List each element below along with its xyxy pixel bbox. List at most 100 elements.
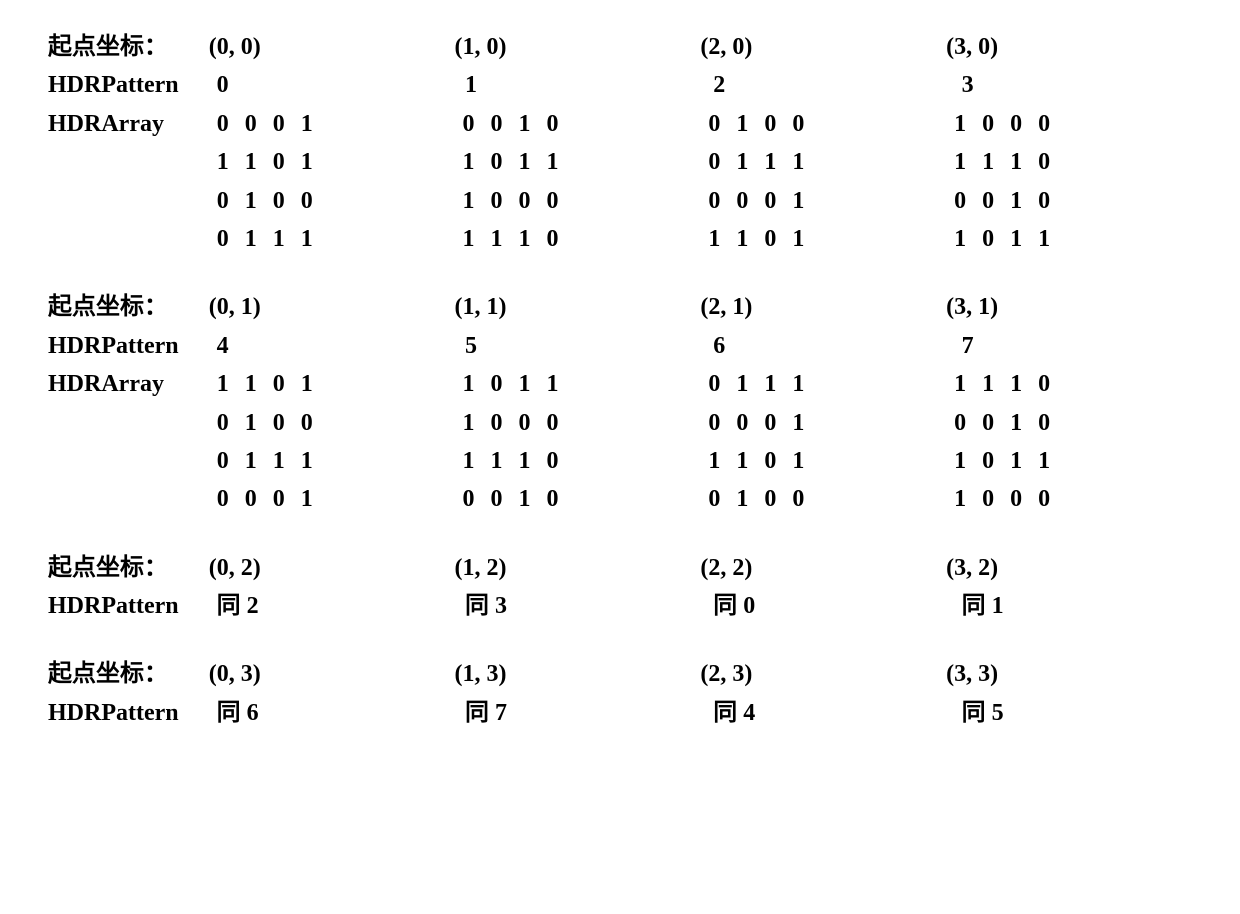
matrix-cell: 0 [483,105,511,143]
matrix-cell: 0 [700,182,728,220]
matrix-cell: 1 [1002,143,1030,181]
matrix-cell: 1 [946,105,974,143]
matrix-cell: 1 [784,220,812,258]
coord-value: (2, 0) [700,28,946,66]
matrix-cell: 1 [539,365,567,403]
matrix-row: 1000 [946,480,1192,518]
matrix-cell: 1 [511,105,539,143]
matrix-cell: 0 [756,182,784,220]
matrix-cell: 0 [1030,365,1058,403]
matrix-row: 0111 [700,365,946,403]
pattern-label: HDRPattern [48,694,199,732]
matrix-row: 0111 [700,143,946,181]
coord-value: (1, 3) [455,655,701,693]
coord-value: (0, 2) [209,549,455,587]
matrix-row: 1110 [455,442,701,480]
matrix-cell: 1 [700,220,728,258]
matrix-cell: 1 [293,442,321,480]
matrix-cell: 1 [946,442,974,480]
coord-value: (3, 1) [946,288,1192,326]
matrix-cell: 1 [265,220,293,258]
coord-row: 起点坐标：(0, 1)(1, 1)(2, 1)(3, 1) [48,288,1192,326]
matrix-row: 0001 [209,480,455,518]
matrix-cell: 1 [728,105,756,143]
matrix-cell: 1 [1030,442,1058,480]
pattern-value: 4 [199,327,447,365]
matrix-cell: 1 [1002,182,1030,220]
matrix-row: 0100 [209,182,455,220]
matrix-cell: 1 [293,480,321,518]
matrix-cell: 1 [728,143,756,181]
matrix-cell: 0 [974,404,1002,442]
matrix-cell: 1 [455,143,483,181]
matrix-cell: 1 [293,143,321,181]
matrix-cell: 1 [237,143,265,181]
matrix-row: 1101 [209,365,455,403]
matrix-cell: 1 [946,220,974,258]
matrix-cell: 0 [756,404,784,442]
matrix-row: 1110 [946,143,1192,181]
array-matrix: 0111000111010100 [700,365,946,519]
array-label: HDRArray [48,365,209,403]
pattern-value: 同 4 [695,694,943,732]
matrix-cell: 0 [265,404,293,442]
matrix-cell: 0 [756,442,784,480]
matrix-cell: 1 [511,220,539,258]
section-2: 起点坐标：(0, 2)(1, 2)(2, 2)(3, 2)HDRPattern同… [48,549,1192,626]
coord-value: (2, 2) [700,549,946,587]
matrix-row: 0100 [209,404,455,442]
matrix-cell: 1 [784,404,812,442]
matrix-cell: 0 [784,105,812,143]
coord-value: (2, 3) [700,655,946,693]
matrix-cell: 0 [974,442,1002,480]
matrix-row: 1000 [455,182,701,220]
matrix-cell: 0 [455,480,483,518]
matrix-cell: 0 [209,220,237,258]
matrix-row: 1101 [209,143,455,181]
matrix-cell: 0 [1030,404,1058,442]
matrix-cell: 1 [700,442,728,480]
array-matrix: 0010101110001110 [455,105,701,259]
matrix-cell: 1 [455,365,483,403]
matrix-cell: 0 [209,404,237,442]
matrix-cell: 1 [209,365,237,403]
matrix-cell: 1 [974,365,1002,403]
matrix-cell: 1 [728,480,756,518]
matrix-cell: 0 [483,143,511,181]
array-label: HDRArray [48,105,209,143]
matrix-cell: 1 [511,442,539,480]
matrix-cell: 0 [756,480,784,518]
matrix-cell: 0 [539,404,567,442]
pattern-value: 2 [695,66,943,104]
matrix-cell: 1 [293,220,321,258]
array-matrix: 0001110101000111 [209,105,455,259]
matrix-cell: 1 [946,143,974,181]
pattern-value: 0 [199,66,447,104]
coord-value: (0, 1) [209,288,455,326]
matrix-cell: 0 [265,365,293,403]
pattern-label: HDRPattern [48,66,199,104]
matrix-cell: 1 [784,365,812,403]
coord-value: (0, 3) [209,655,455,693]
matrix-cell: 1 [784,182,812,220]
matrix-cell: 0 [1030,182,1058,220]
array-matrix: 1011100011100010 [455,365,701,519]
matrix-cell: 0 [974,480,1002,518]
matrix-cell: 1 [1002,365,1030,403]
pattern-value: 1 [447,66,695,104]
matrix-cell: 0 [209,182,237,220]
matrix-cell: 1 [756,143,784,181]
coord-label: 起点坐标： [48,288,209,326]
matrix-cell: 1 [974,143,1002,181]
coord-value: (0, 0) [209,28,455,66]
matrix-row: 0001 [700,182,946,220]
matrix-row: 1011 [455,143,701,181]
matrix-row: 0010 [946,404,1192,442]
matrix-cell: 0 [700,365,728,403]
matrix-row: 1101 [700,442,946,480]
matrix-cell: 0 [1002,480,1030,518]
matrix-cell: 1 [293,105,321,143]
pattern-row: HDRPattern4567 [48,327,1192,365]
pattern-value: 同 5 [944,694,1192,732]
matrix-cell: 1 [237,404,265,442]
